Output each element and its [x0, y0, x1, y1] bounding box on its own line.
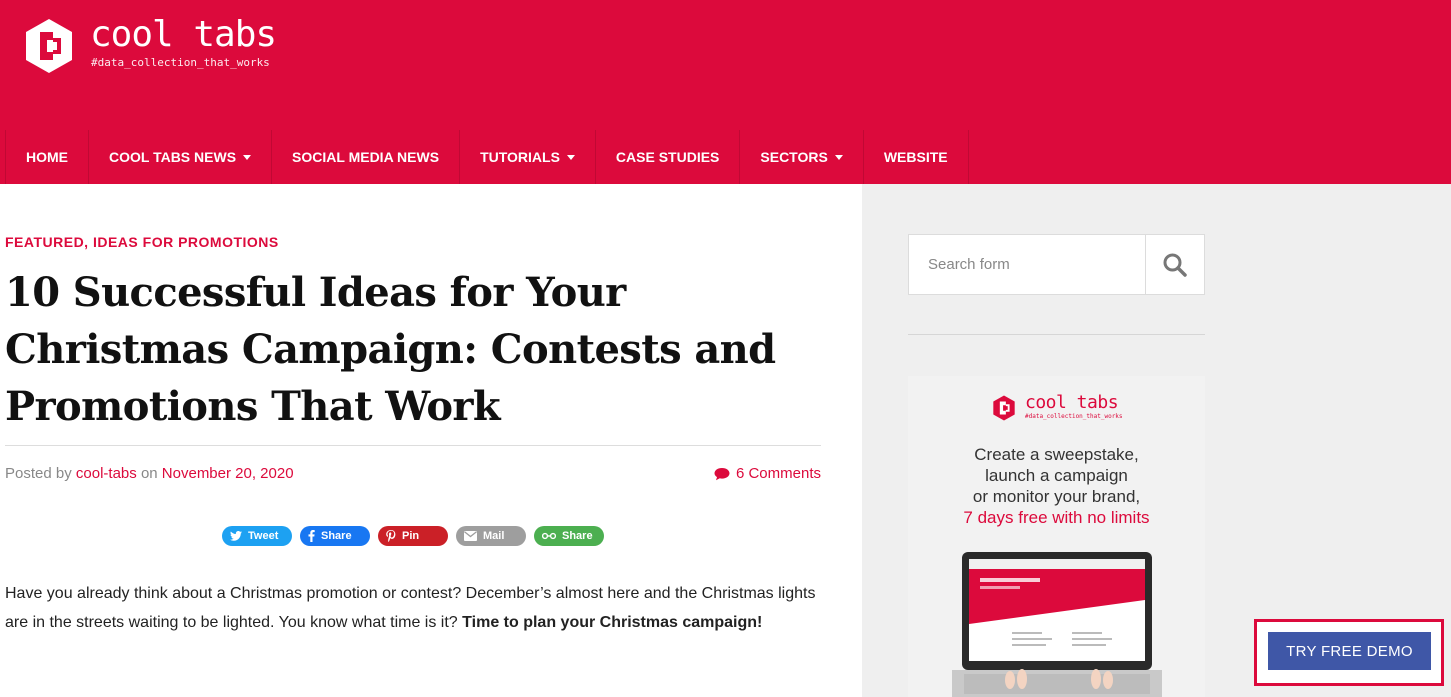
- twitter-icon: [230, 531, 242, 541]
- try-free-demo-button[interactable]: TRY FREE DEMO: [1268, 632, 1431, 670]
- main-nav: HOME COOL TABS NEWS SOCIAL MEDIA NEWS TU…: [5, 130, 969, 184]
- nav-item-case-studies[interactable]: CASE STUDIES: [596, 130, 741, 184]
- search-input[interactable]: [909, 235, 1146, 294]
- article-categories[interactable]: FEATURED, IDEAS FOR PROMOTIONS: [5, 234, 279, 250]
- nav-label: SOCIAL MEDIA NEWS: [292, 149, 440, 165]
- cool-tabs-logo-icon: [993, 395, 1015, 421]
- cool-tabs-logo-icon[interactable]: [24, 18, 74, 74]
- nav-label: HOME: [26, 149, 68, 165]
- promo-banner[interactable]: cool tabs #data_collection_that_works Cr…: [908, 376, 1205, 697]
- pinterest-button[interactable]: Pin: [378, 526, 448, 546]
- nav-item-social-media-news[interactable]: SOCIAL MEDIA NEWS: [272, 130, 461, 184]
- chevron-down-icon: [566, 154, 575, 160]
- nav-label: WEBSITE: [883, 149, 948, 165]
- posted-by-label: Posted by: [5, 465, 72, 482]
- nav-item-website[interactable]: WEBSITE: [864, 130, 969, 184]
- ad-line-3: or monitor your brand,: [972, 487, 1141, 506]
- share-buttons: Tweet Share Pin Mail Share: [222, 526, 604, 546]
- chevron-down-icon: [243, 154, 252, 160]
- sidebar-divider: [908, 334, 1205, 335]
- nav-item-cool-tabs-news[interactable]: COOL TABS NEWS: [89, 130, 273, 184]
- nav-label: CASE STUDIES: [615, 149, 720, 165]
- post-meta: Posted by cool-tabs on November 20, 2020: [5, 465, 294, 482]
- ad-brand-name: cool tabs: [1025, 392, 1119, 413]
- more-share-button[interactable]: Share: [534, 526, 604, 546]
- article: FEATURED, IDEAS FOR PROMOTIONS 10 Succes…: [5, 184, 821, 697]
- article-intro: Have you already think about a Christmas…: [5, 579, 821, 637]
- title-divider: [5, 445, 821, 446]
- site-brand-name[interactable]: cool tabs: [90, 14, 277, 55]
- comments-count: 6 Comments: [735, 465, 821, 482]
- ad-line-1: Create a sweepstake,: [974, 445, 1139, 464]
- nav-label: SECTORS: [760, 149, 828, 165]
- nav-label: COOL TABS NEWS: [109, 149, 237, 165]
- site-tagline: #data_collection_that_works: [91, 56, 270, 69]
- mail-label: Mail: [483, 530, 505, 542]
- pinterest-icon: [386, 530, 396, 542]
- intro-bold-text: Time to plan your Christmas campaign!: [462, 614, 763, 631]
- nav-item-home[interactable]: HOME: [6, 130, 89, 184]
- nav-item-tutorials[interactable]: TUTORIALS: [460, 130, 596, 184]
- article-title: 10 Successful Ideas for Your Christmas C…: [5, 269, 776, 430]
- ad-tagline: #data_collection_that_works: [1025, 413, 1123, 420]
- mail-button[interactable]: Mail: [456, 526, 526, 546]
- nav-item-sectors[interactable]: SECTORS: [740, 130, 864, 184]
- comment-bubble-icon: [714, 467, 730, 480]
- pinterest-label: Pin: [402, 530, 420, 542]
- ad-line-4: 7 days free with no limits: [963, 508, 1150, 527]
- search-form: [908, 234, 1205, 295]
- search-icon: [1163, 253, 1187, 277]
- post-date-link[interactable]: November 20, 2020: [162, 465, 294, 482]
- posted-on-label: on: [140, 465, 158, 482]
- nav-label: TUTORIALS: [480, 149, 560, 165]
- facebook-share-label: Share: [321, 530, 352, 542]
- mail-icon: [464, 531, 477, 541]
- tweet-label: Tweet: [248, 530, 279, 542]
- chevron-down-icon: [834, 154, 843, 160]
- comments-link[interactable]: 6 Comments: [714, 465, 821, 482]
- search-button[interactable]: [1145, 235, 1204, 294]
- ad-line-2: launch a campaign: [985, 466, 1128, 485]
- more-share-label: Share: [562, 530, 593, 542]
- site-header: cool tabs #data_collection_that_works HO…: [0, 0, 1451, 184]
- more-share-icon: [542, 531, 556, 541]
- author-link[interactable]: cool-tabs: [76, 465, 137, 482]
- facebook-icon: [308, 530, 315, 542]
- ad-copy: Create a sweepstake, launch a campaign o…: [908, 444, 1205, 528]
- laptop-illustration: [952, 552, 1162, 697]
- facebook-share-button[interactable]: Share: [300, 526, 370, 546]
- tweet-button[interactable]: Tweet: [222, 526, 292, 546]
